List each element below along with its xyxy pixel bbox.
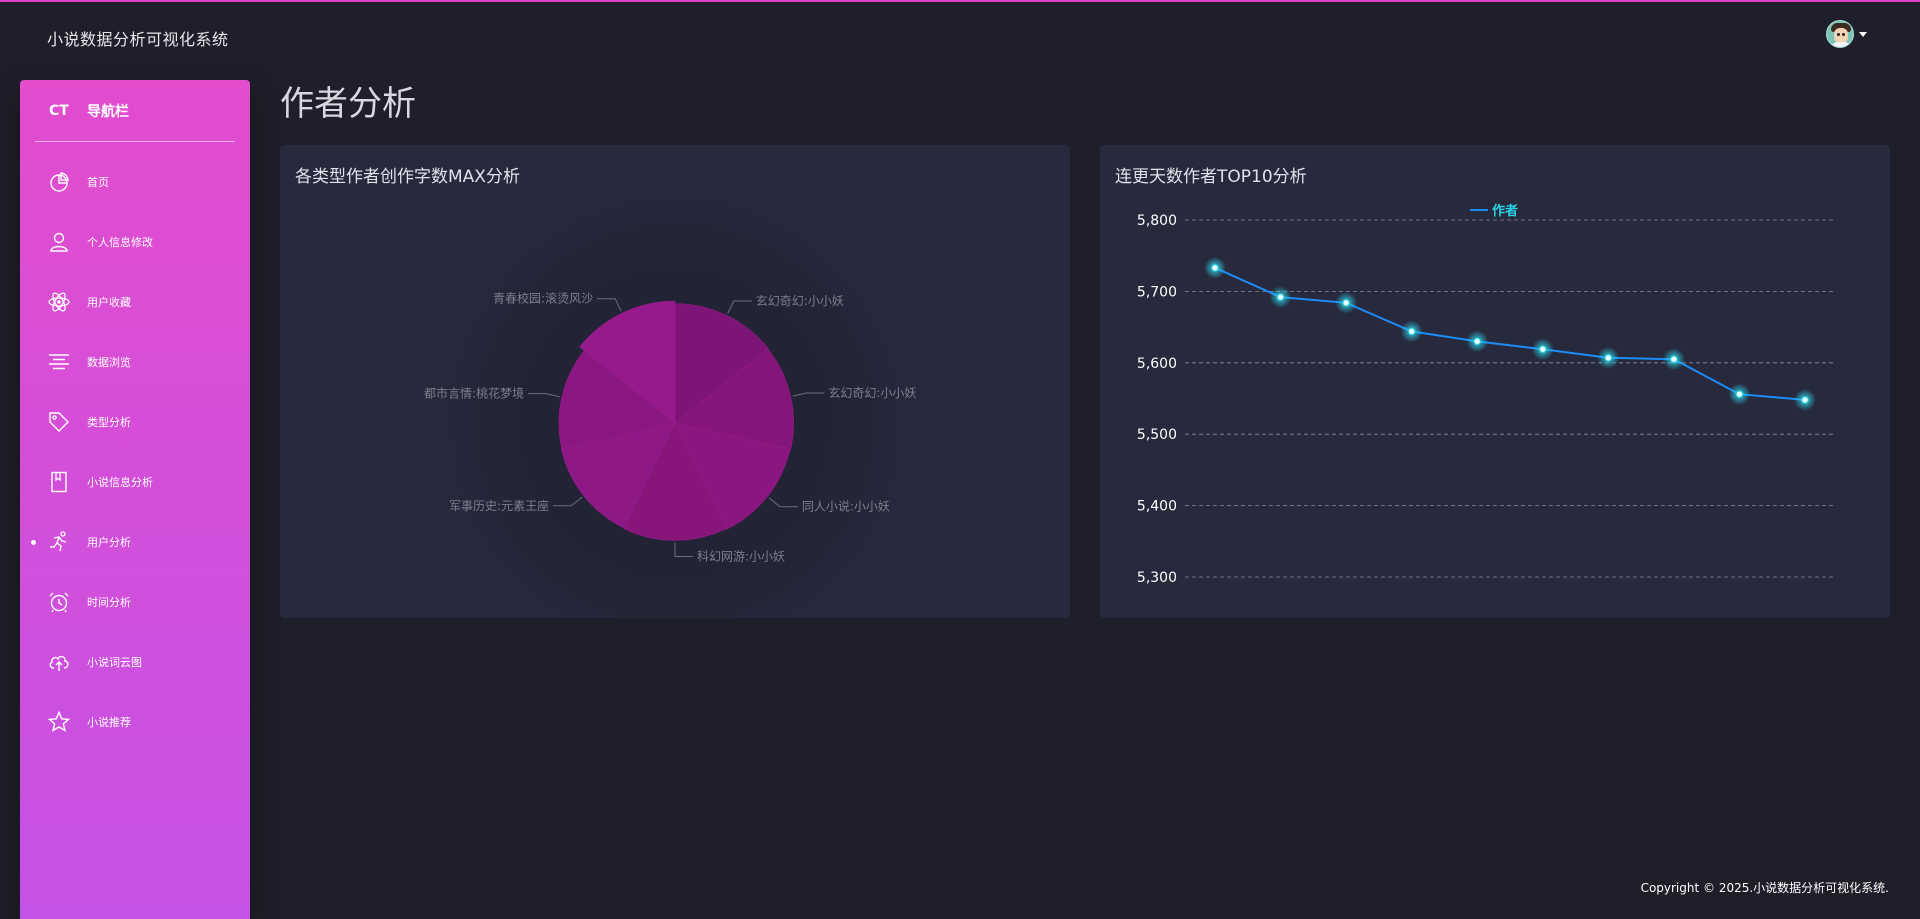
data-point[interactable] [1801,396,1809,404]
line-chart: 5,300 5,400 5,500 5,600 5,700 5,800 作者 [1137,203,1835,586]
book-icon [47,470,71,494]
page-title: 作者分析 [280,84,416,124]
user-menu[interactable] [1826,20,1867,48]
align-center-icon [47,350,71,374]
sidebar-item-align-center[interactable]: 数据浏览 [20,342,250,382]
data-point[interactable] [1211,264,1219,272]
running-icon [47,530,71,554]
data-point[interactable] [1342,299,1350,307]
caret-down-icon[interactable] [1859,31,1867,37]
alarm-clock-icon [47,590,71,614]
avatar[interactable] [1826,20,1854,48]
sidebar-item-label: 小说词云图 [87,656,142,669]
user-icon [47,230,71,254]
sidebar-item-atom[interactable]: 用户收藏 [20,282,250,322]
pie-chart: 玄幻奇幻:小小妖玄幻奇幻:小小妖同人小说:小小妖科幻网游:小小妖军事历史:元素王… [415,163,935,618]
sidebar: CT 导航栏 首页个人信息修改 用户收藏数据浏览类型分析小说信息分析 用户分析时间分… [20,80,250,919]
footer-copyright: Copyright © 2025.小说数据分析可视化系统. [1640,881,1889,895]
data-point[interactable] [1473,337,1481,346]
sidebar-item-tag[interactable]: 类型分析 [20,402,250,442]
sidebar-item-user[interactable]: 个人信息修改 [20,222,250,262]
sidebar-item-label: 时间分析 [87,596,131,609]
sidebar-item-label: 小说信息分析 [87,476,153,489]
y-tick-label: 5,300 [1137,570,1177,586]
sidebar-item-label: 小说推荐 [87,716,131,729]
pie-slice-label: 同人小说:小小妖 [802,499,890,514]
sidebar-nav: 首页个人信息修改 用户收藏数据浏览类型分析小说信息分析 用户分析时间分析小说词云图小… [20,162,250,742]
pie-slice-label: 都市言情:桃花梦境 [424,386,524,401]
sidebar-item-label: 用户收藏 [87,296,131,309]
sidebar-header: CT 导航栏 [35,80,235,142]
pie-slice-label: 军事历史:元素王座 [449,498,549,513]
active-indicator [31,540,36,545]
y-tick-label: 5,500 [1137,427,1177,443]
y-tick-label: 5,400 [1137,499,1177,515]
sidebar-item-book[interactable]: 小说信息分析 [20,462,250,502]
logo-mini[interactable]: CT [49,103,87,119]
data-point[interactable] [1735,390,1744,398]
pie-slice-label: 玄幻奇幻:小小妖 [828,385,916,400]
sidebar-item-alarm-clock[interactable]: 时间分析 [20,582,250,622]
data-point[interactable] [1276,293,1285,301]
legend-label[interactable]: 作者 [1492,203,1518,219]
sidebar-item-running[interactable]: 用户分析 [20,522,250,562]
data-point[interactable] [1670,355,1678,363]
atom-icon [47,290,71,314]
app-title[interactable]: 小说数据分析可视化系统 [47,26,229,50]
sidebar-item-label: 个人信息修改 [87,236,153,249]
top-accent-line [0,0,1920,2]
pie-chart-icon [47,170,71,194]
y-tick-label: 5,800 [1137,213,1177,229]
y-tick-label: 5,700 [1137,284,1177,300]
sidebar-item-label: 类型分析 [87,416,131,429]
pie-slice-label: 青春校园:滚烫风沙 [493,291,593,306]
data-point[interactable] [1539,345,1547,353]
tag-icon [47,410,71,434]
data-point[interactable] [1407,327,1416,336]
sidebar-item-star[interactable]: 小说推荐 [20,702,250,742]
data-point[interactable] [1604,354,1613,362]
pie-chart-card: 各类型作者创作字数MAX分析 玄幻奇幻:小小妖 玄幻奇幻:小小妖 同人小说:小小妖科… [280,145,1070,618]
cloud-upload-icon [47,650,71,674]
sidebar-item-label: 用户分析 [87,536,131,549]
star-icon [47,710,71,734]
sidebar-item-pie-chart[interactable]: 首页 [20,162,250,202]
sidebar-item-cloud-upload[interactable]: 小说词云图 [20,642,250,682]
series-line [1214,266,1806,401]
sidebar-item-label: 数据浏览 [87,356,131,369]
logo-normal[interactable]: 导航栏 [87,101,129,121]
sidebar-item-label: 首页 [87,176,109,189]
pie-slice-label: 科幻网游:小小妖 [697,550,785,564]
y-tick-label: 5,600 [1137,356,1177,372]
pie-slice-label: 玄幻奇幻:小小妖 [756,293,844,308]
line-chart-card: 连更天数作者TOP10分析 5,300 5,400 5,500 5,600 5,700 5… [1100,145,1890,618]
